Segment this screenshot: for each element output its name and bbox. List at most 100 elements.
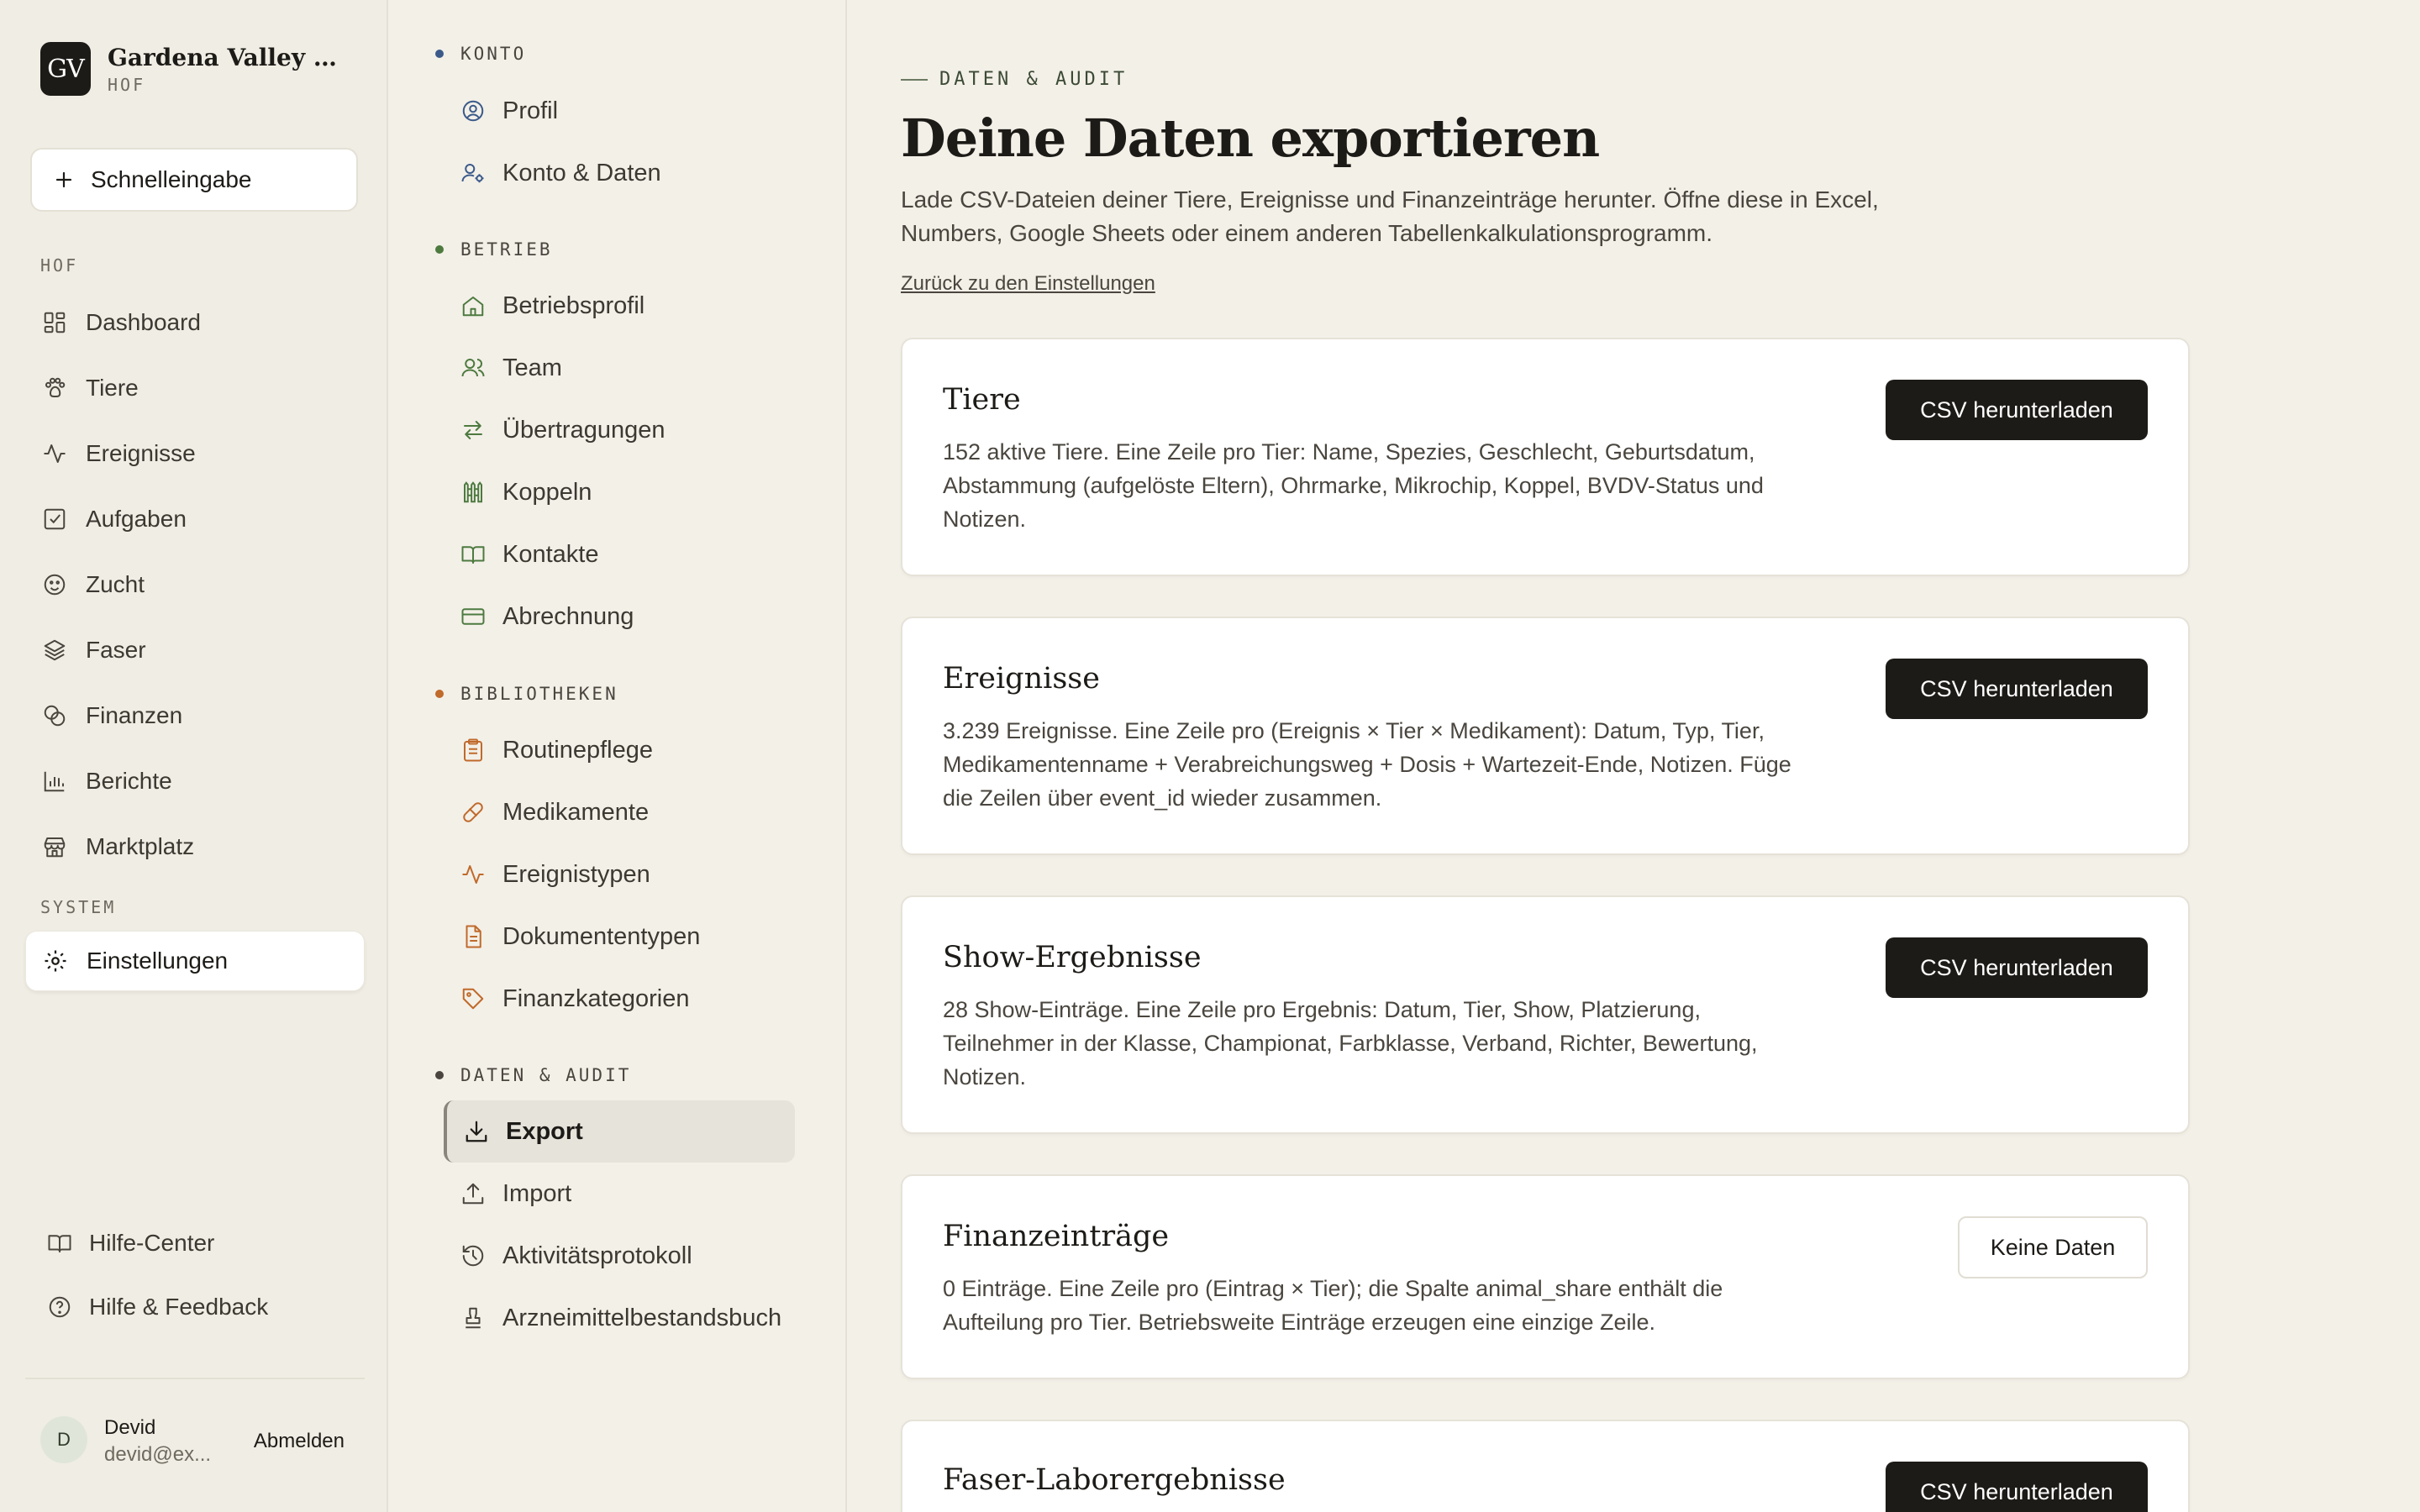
- settings-item-label: Team: [502, 354, 562, 381]
- sidebar-item-ereignisse[interactable]: Ereignisse: [25, 423, 365, 484]
- no-data-button[interactable]: Keine Daten: [1958, 1216, 2148, 1278]
- credit-card-icon: [461, 608, 485, 625]
- sidebar-item-faser[interactable]: Faser: [25, 620, 365, 680]
- settings-item-betriebsprofil[interactable]: Betriebsprofil: [444, 275, 795, 337]
- settings-item-routinepflege[interactable]: Routinepflege: [444, 719, 795, 781]
- coins-icon: [44, 705, 66, 727]
- settings-item-medikamente[interactable]: Medikamente: [444, 781, 795, 843]
- settings-item-uebertragungen[interactable]: Übertragungen: [444, 399, 795, 461]
- settings-item-label: Betriebsprofil: [502, 291, 645, 319]
- settings-section-bibliotheken: BIBLIOTHEKEN: [435, 684, 618, 704]
- eyebrow: DATEN & AUDIT: [901, 69, 1128, 90]
- user-email: devid@ex...: [104, 1443, 212, 1466]
- user-name: Devid: [104, 1416, 156, 1439]
- settings-section-label: BETRIEB: [460, 239, 553, 260]
- farm-subtitle: HOF: [108, 74, 146, 95]
- farm-name: Gardena Valley Alp...: [108, 43, 351, 71]
- settings-item-export[interactable]: Export: [444, 1100, 795, 1163]
- settings-item-profil[interactable]: Profil: [444, 80, 795, 142]
- settings-item-label: Routinepflege: [502, 736, 653, 764]
- download-csv-button[interactable]: CSV herunterladen: [1886, 380, 2148, 440]
- gear-icon: [45, 950, 66, 972]
- settings-item-koppeln[interactable]: Koppeln: [444, 461, 795, 523]
- help-center-label: Hilfe-Center: [89, 1230, 215, 1256]
- export-card-finanzeintraege: Finanzeinträge 0 Einträge. Eine Zeile pr…: [901, 1174, 2190, 1379]
- settings-item-finanzkategorien[interactable]: Finanzkategorien: [444, 968, 795, 1030]
- logout-button[interactable]: Abmelden: [254, 1430, 345, 1453]
- settings-item-aktivitaetsprotokoll[interactable]: Aktivitätsprotokoll: [444, 1225, 795, 1287]
- quick-entry-button[interactable]: Schnelleingabe: [30, 148, 358, 212]
- download-csv-button[interactable]: CSV herunterladen: [1886, 937, 2148, 998]
- section-farm: HOF: [40, 255, 79, 276]
- main-content: DATEN & AUDIT Deine Daten exportieren La…: [849, 0, 2420, 1512]
- bar-chart-icon: [44, 771, 65, 792]
- settings-item-label: Koppeln: [502, 478, 592, 506]
- pill-icon: [463, 802, 483, 822]
- settings-item-abrechnung[interactable]: Abrechnung: [444, 585, 795, 648]
- card-title: Faser-Laborergebnisse: [943, 1463, 1286, 1497]
- eyebrow-rule: [901, 78, 928, 81]
- users-icon: [461, 359, 485, 377]
- download-csv-button[interactable]: CSV herunterladen: [1886, 659, 2148, 719]
- settings-item-dokumententypen[interactable]: Dokumententypen: [444, 906, 795, 968]
- sidebar-item-tiere[interactable]: Tiere: [25, 358, 365, 418]
- page-title: Deine Daten exportieren: [901, 108, 1600, 169]
- settings-section-label: BIBLIOTHEKEN: [460, 684, 618, 704]
- help-center-link[interactable]: Hilfe-Center: [47, 1218, 214, 1268]
- question-circle-icon: [49, 1296, 71, 1318]
- settings-nav: KONTO Profil Konto & Daten BETRIEB Betri…: [390, 0, 847, 1512]
- section-dot: [435, 1071, 444, 1079]
- settings-item-konto-daten[interactable]: Konto & Daten: [444, 142, 795, 204]
- sidebar-item-aufgaben[interactable]: Aufgaben: [25, 489, 365, 549]
- settings-item-ereignistypen[interactable]: Ereignistypen: [444, 843, 795, 906]
- sidebar-item-dashboard[interactable]: Dashboard: [25, 292, 365, 353]
- sidebar-item-label: Aufgaben: [86, 506, 187, 532]
- sidebar-item-label: Dashboard: [86, 309, 201, 335]
- home-icon: [462, 297, 484, 317]
- export-card-show-ergebnisse: Show-Ergebnisse 28 Show-Einträge. Eine Z…: [901, 895, 2190, 1134]
- sidebar-item-label: Tiere: [86, 375, 139, 401]
- section-system: SYSTEM: [40, 897, 117, 917]
- settings-item-team[interactable]: Team: [444, 337, 795, 399]
- upload-icon: [462, 1183, 484, 1205]
- settings-item-label: Arzneimittelbestandsbuch: [502, 1304, 782, 1331]
- clipboard-icon: [464, 738, 482, 762]
- export-card-tiere: Tiere 152 aktive Tiere. Eine Zeile pro T…: [901, 338, 2190, 576]
- settings-item-import[interactable]: Import: [444, 1163, 795, 1225]
- eyebrow-label: DATEN & AUDIT: [939, 69, 1128, 90]
- plus-icon: [55, 171, 72, 188]
- settings-item-label: Konto & Daten: [502, 159, 661, 186]
- page-description: Lade CSV-Dateien deiner Tiere, Ereigniss…: [901, 186, 1879, 246]
- settings-item-label: Profil: [502, 97, 559, 124]
- sidebar-item-zucht[interactable]: Zucht: [25, 554, 365, 615]
- card-title: Ereignisse: [943, 662, 1100, 696]
- sidebar-item-label: Faser: [86, 637, 146, 663]
- tag-icon: [462, 988, 484, 1010]
- settings-item-label: Dokumententypen: [502, 922, 701, 950]
- card-title: Show-Ergebnisse: [943, 941, 1202, 974]
- back-to-settings-link[interactable]: Zurück zu den Einstellungen: [901, 272, 1155, 296]
- book-icon: [48, 1235, 71, 1252]
- sidebar-item-marktplatz[interactable]: Marktplatz: [25, 816, 365, 877]
- sidebar-item-finanzen[interactable]: Finanzen: [25, 685, 365, 746]
- sidebar-item-label: Marktplatz: [86, 833, 195, 859]
- help-feedback-label: Hilfe & Feedback: [89, 1294, 269, 1320]
- settings-section-daten-audit: DATEN & AUDIT: [435, 1065, 632, 1085]
- settings-item-arzneimittelbestandsbuch[interactable]: Arzneimittelbestandsbuch: [444, 1287, 795, 1349]
- settings-item-label: Kontakte: [502, 540, 599, 568]
- card-description: 28 Show-Einträge. Eine Zeile pro Ergebni…: [943, 997, 1758, 1089]
- paw-icon: [45, 377, 66, 398]
- download-csv-button[interactable]: CSV herunterladen: [1886, 1462, 2148, 1512]
- brand[interactable]: GV Gardena Valley Alp... HOF: [40, 42, 351, 96]
- settings-section-label: DATEN & AUDIT: [460, 1065, 632, 1085]
- history-icon: [462, 1245, 484, 1267]
- transfer-icon: [464, 421, 482, 439]
- user-block: D Devid devid@ex... Abmelden: [25, 1378, 365, 1504]
- card-description: 152 aktive Tiere. Eine Zeile pro Tier: N…: [943, 439, 1764, 532]
- sidebar-item-berichte[interactable]: Berichte: [25, 751, 365, 811]
- settings-item-kontakte[interactable]: Kontakte: [444, 523, 795, 585]
- sidebar-item-settings[interactable]: Einstellungen: [25, 931, 365, 991]
- avatar[interactable]: D: [40, 1416, 87, 1463]
- help-feedback-link[interactable]: Hilfe & Feedback: [47, 1282, 268, 1332]
- settings-item-label: Medikamente: [502, 798, 650, 826]
